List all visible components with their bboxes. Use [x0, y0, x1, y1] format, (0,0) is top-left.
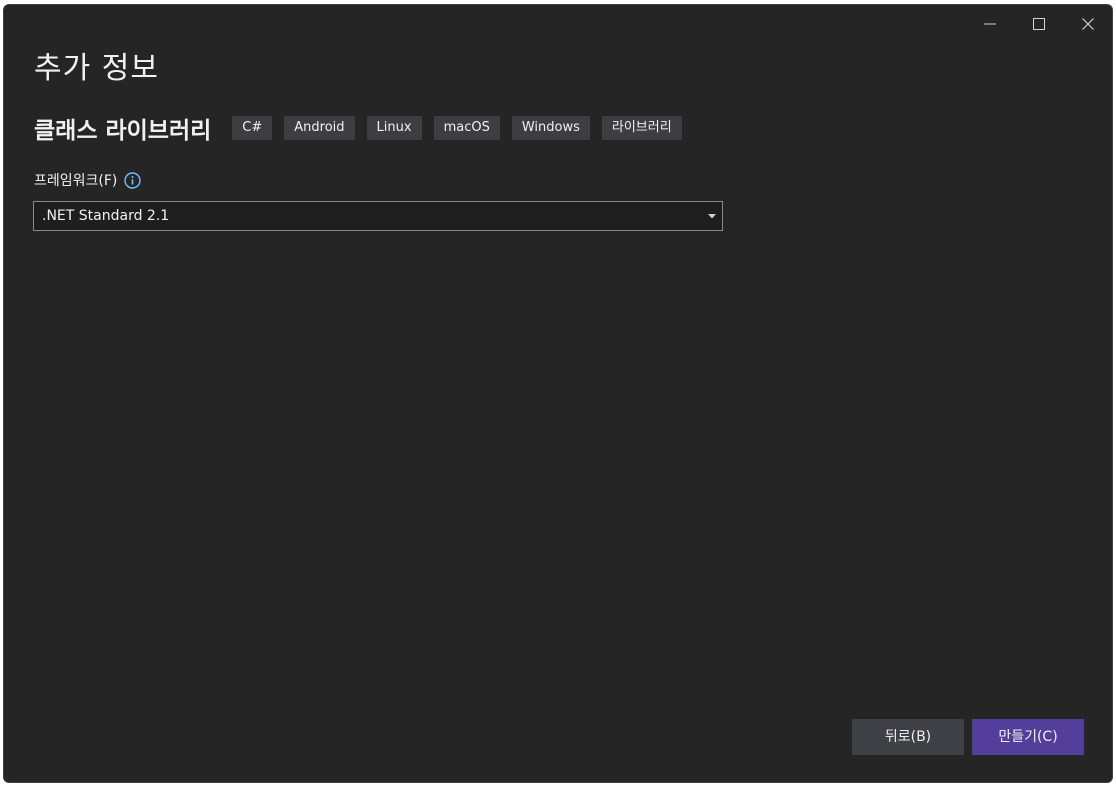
framework-select[interactable]: .NET Standard 2.1 — [33, 201, 723, 231]
minimize-icon — [983, 18, 996, 30]
minimize-button[interactable] — [965, 5, 1014, 43]
chevron-down-icon — [702, 202, 722, 230]
template-name: 클래스 라이브러리 — [34, 118, 212, 144]
template-header: 클래스 라이브러리 C# Android Linux macOS Windows… — [34, 111, 694, 145]
dialog-title: 추가 정보 — [34, 51, 159, 86]
tag-macos: macOS — [433, 116, 500, 140]
tag-library: 라이브러리 — [601, 116, 682, 140]
close-button[interactable] — [1063, 5, 1112, 43]
create-button[interactable]: 만들기(C) — [972, 719, 1084, 755]
tag-linux: Linux — [366, 116, 422, 140]
maximize-button[interactable] — [1014, 5, 1063, 43]
back-button[interactable]: 뒤로(B) — [852, 719, 964, 755]
tag-csharp: C# — [232, 116, 273, 140]
info-icon[interactable] — [124, 171, 142, 189]
maximize-icon — [1032, 18, 1045, 30]
dialog-window: 추가 정보 클래스 라이브러리 C# Android Linux macOS W… — [3, 4, 1113, 783]
framework-label-row: 프레임워크(F) — [34, 170, 142, 190]
framework-label: 프레임워크(F) — [34, 173, 118, 189]
framework-selected-value: .NET Standard 2.1 — [42, 208, 170, 224]
window-caption-buttons — [965, 5, 1112, 43]
tag-windows: Windows — [511, 116, 590, 140]
close-icon — [1081, 18, 1094, 30]
template-tags: C# Android Linux macOS Windows 라이브러리 — [232, 116, 693, 140]
tag-android: Android — [284, 116, 355, 140]
